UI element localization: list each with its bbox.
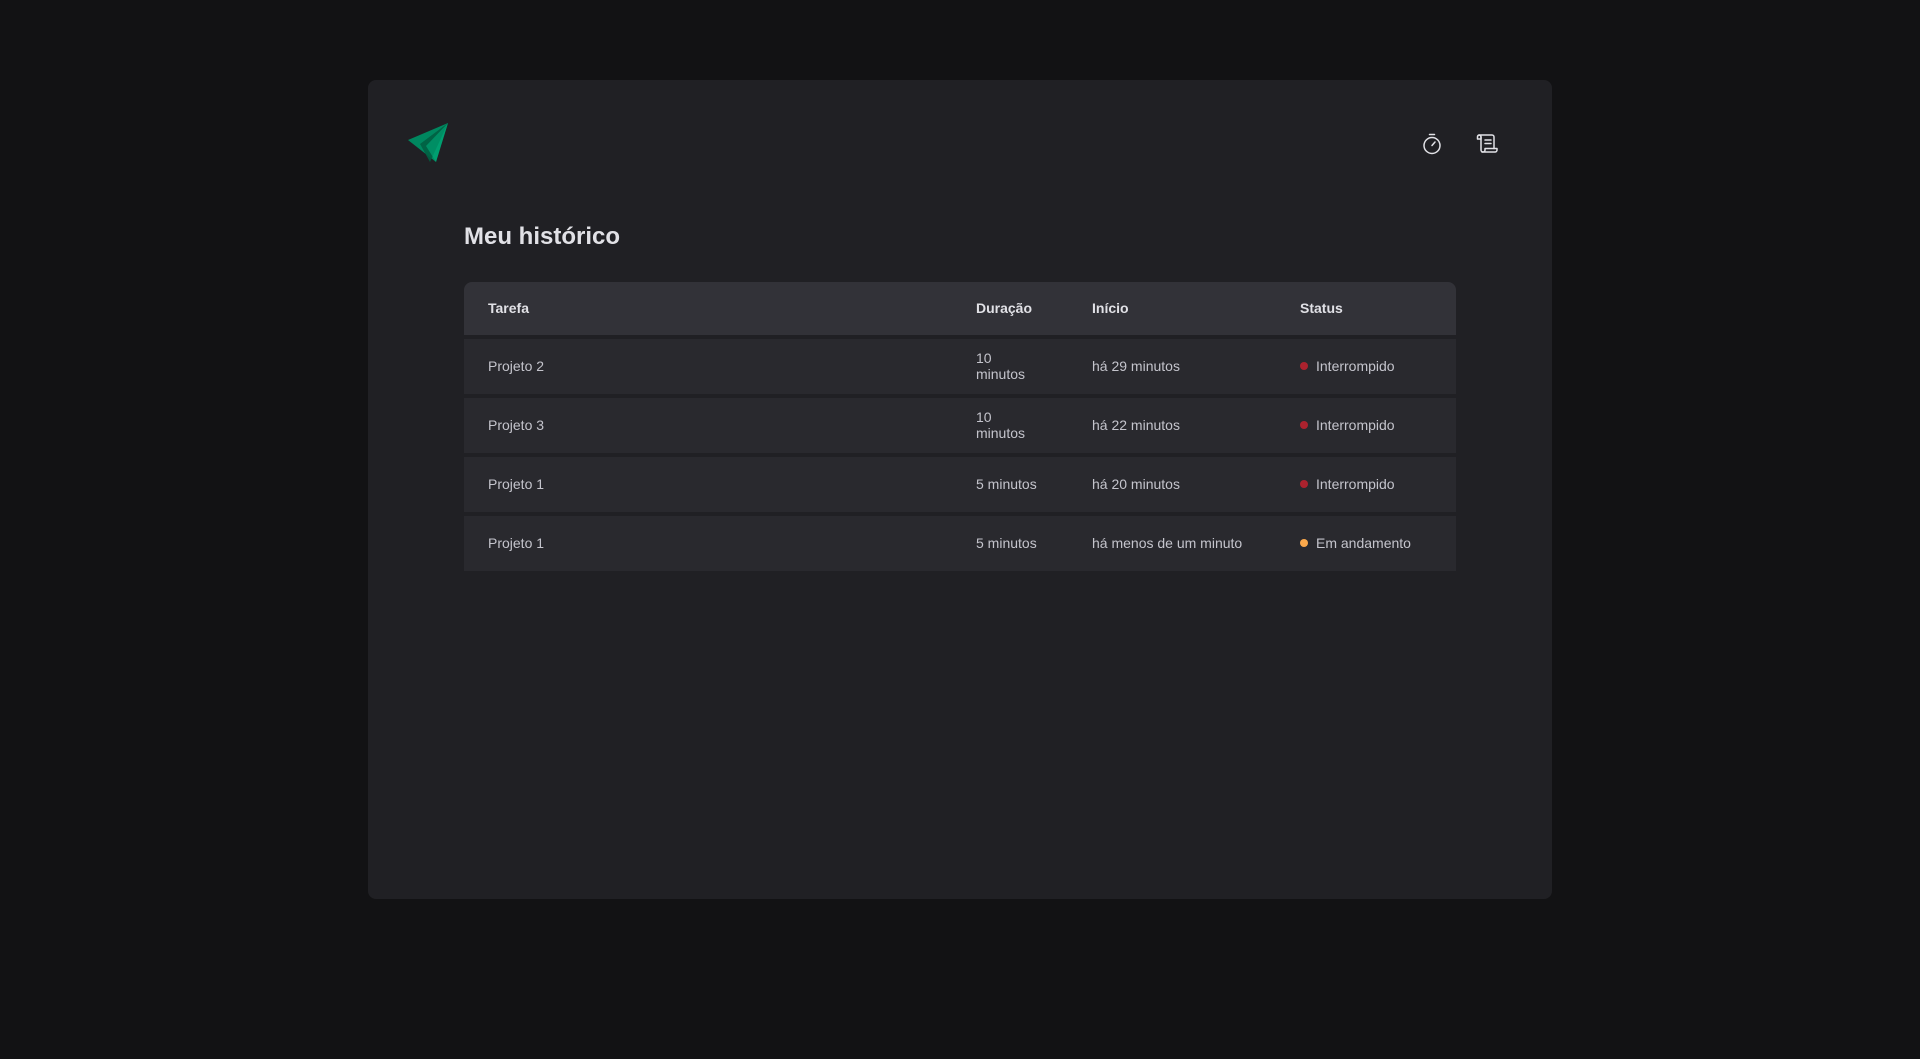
status-label: Interrompido [1316,417,1395,434]
status-label: Em andamento [1316,535,1411,552]
duration-cell: 10 minutos [952,338,1068,394]
table-header-row: Tarefa Duração Início Status [464,281,1456,335]
header-status: Status [1276,281,1456,335]
logo-icon[interactable] [408,122,452,164]
app-panel: Meu histórico Tarefa Duração Início Stat… [368,80,1552,899]
status-cell-td: Interrompido [1276,397,1456,453]
table-row: Projeto 3 10 minutos há 22 minutos Inter… [464,397,1456,453]
header-duration: Duração [952,281,1068,335]
task-cell: Projeto 2 [464,338,952,394]
status-dot [1300,421,1308,430]
nav-timer-link[interactable] [1416,130,1448,162]
start-cell: há menos de um minuto [1068,515,1276,571]
status-label: Interrompido [1316,358,1395,375]
duration-cell: 10 minutos [952,397,1068,453]
history-table-container: Tarefa Duração Início Status Projeto 2 1… [464,278,1456,575]
status-dot [1300,480,1308,489]
nav-history-link[interactable] [1472,130,1504,162]
task-cell: Projeto 3 [464,397,952,453]
start-cell: há 20 minutos [1068,456,1276,512]
duration-cell: 5 minutos [952,515,1068,571]
table-row: Projeto 1 5 minutos há 20 minutos Interr… [464,456,1456,512]
table-row: Projeto 1 5 minutos há menos de um minut… [464,515,1456,571]
header-start: Início [1068,281,1276,335]
history-content: Meu histórico Tarefa Duração Início Stat… [464,220,1456,575]
status-badge: Interrompido [1300,339,1432,394]
duration-cell: 5 minutos [952,456,1068,512]
status-label: Interrompido [1316,476,1395,493]
header-nav [1416,130,1504,162]
timer-icon [1420,132,1444,161]
status-dot [1300,362,1308,371]
status-cell-td: Interrompido [1276,456,1456,512]
status-cell-td: Interrompido [1276,338,1456,394]
task-cell: Projeto 1 [464,515,952,571]
start-cell: há 22 minutos [1068,397,1276,453]
start-cell: há 29 minutos [1068,338,1276,394]
task-cell: Projeto 1 [464,456,952,512]
history-table: Tarefa Duração Início Status Projeto 2 1… [464,278,1456,575]
status-badge: Em andamento [1300,516,1432,571]
status-badge: Interrompido [1300,457,1432,512]
page-title: Meu histórico [464,223,621,250]
header-task: Tarefa [464,281,952,335]
table-row: Projeto 2 10 minutos há 29 minutos Inter… [464,338,1456,394]
status-badge: Interrompido [1300,398,1432,453]
status-cell-td: Em andamento [1276,515,1456,571]
scroll-icon [1476,132,1500,161]
status-dot [1300,539,1308,548]
